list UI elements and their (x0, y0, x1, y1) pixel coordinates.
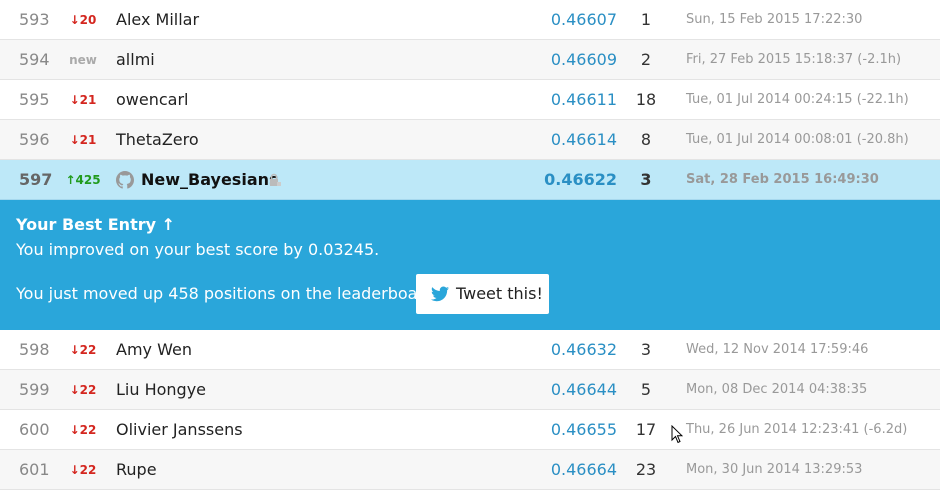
entries-cell: 5 (640, 380, 652, 399)
lock-icon (270, 173, 281, 186)
last-submission-cell: Sun, 15 Feb 2015 17:22:30 (686, 12, 863, 27)
team-name-link[interactable]: owencarl (116, 80, 188, 120)
table-row[interactable]: 594 new allmi 0.46609 2 Fri, 27 Feb 2015… (0, 40, 940, 80)
entries-cell: 1 (640, 10, 652, 29)
rank-change-badge: ↓21 (69, 93, 97, 107)
last-submission-cell: Tue, 01 Jul 2014 00:08:01 (-20.8h) (686, 132, 909, 147)
rank-cell: 601 (19, 460, 50, 479)
score-cell[interactable]: 0.46622 (540, 160, 617, 200)
team-name-link[interactable]: Amy Wen (116, 330, 192, 370)
github-icon[interactable] (116, 171, 134, 189)
rank-cell: 600 (19, 420, 50, 439)
last-submission-cell: Fri, 27 Feb 2015 15:18:37 (-2.1h) (686, 52, 902, 67)
best-entry-banner: Your Best Entry ↑ You improved on your b… (0, 200, 940, 330)
entries-cell: 18 (635, 90, 657, 109)
team-name-link[interactable]: ThetaZero (116, 120, 199, 160)
rank-change-badge: ↑425 (65, 173, 101, 187)
banner-title: Your Best Entry ↑ (16, 215, 176, 234)
rank-change-badge: ↓22 (69, 423, 97, 437)
banner-improvement-text: You improved on your best score by 0.032… (16, 240, 380, 259)
table-row[interactable]: 600 ↓22 Olivier Janssens 0.46655 17 Thu,… (0, 410, 940, 450)
team-name-link[interactable]: Olivier Janssens (116, 410, 243, 450)
rank-change-badge: ↓21 (69, 133, 97, 147)
table-row[interactable]: 601 ↓22 Rupe 0.46664 23 Mon, 30 Jun 2014… (0, 450, 940, 490)
score-cell[interactable]: 0.46614 (540, 120, 617, 160)
rank-cell: 593 (19, 10, 50, 29)
team-name-link[interactable]: Liu Hongye (116, 370, 206, 410)
last-submission-cell: Mon, 30 Jun 2014 13:29:53 (686, 462, 863, 477)
score-cell[interactable]: 0.46607 (540, 0, 617, 40)
rank-change-badge: ↓20 (69, 13, 97, 27)
team-name-link[interactable]: Rupe (116, 450, 157, 490)
team-name-link[interactable]: allmi (116, 40, 155, 80)
score-cell[interactable]: 0.46609 (540, 40, 617, 80)
entries-cell: 17 (635, 420, 657, 439)
table-row[interactable]: 593 ↓20 Alex Millar 0.46607 1 Sun, 15 Fe… (0, 0, 940, 40)
table-row[interactable]: 596 ↓21 ThetaZero 0.46614 8 Tue, 01 Jul … (0, 120, 940, 160)
score-cell[interactable]: 0.46664 (540, 450, 617, 490)
rank-cell: 596 (19, 130, 50, 149)
score-cell[interactable]: 0.46655 (540, 410, 617, 450)
rank-cell: 595 (19, 90, 50, 109)
entries-cell: 8 (640, 130, 652, 149)
entries-cell: 23 (635, 460, 657, 479)
last-submission-cell: Tue, 01 Jul 2014 00:24:15 (-22.1h) (686, 92, 909, 107)
table-row[interactable]: 598 ↓22 Amy Wen 0.46632 3 Wed, 12 Nov 20… (0, 330, 940, 370)
last-submission-cell: Sat, 28 Feb 2015 16:49:30 (686, 172, 879, 187)
last-submission-cell: Thu, 26 Jun 2014 12:23:41 (-6.2d) (686, 422, 908, 437)
rank-cell: 594 (19, 50, 50, 69)
rank-change-badge: ↓22 (69, 343, 97, 357)
table-row[interactable]: 595 ↓21 owencarl 0.46611 18 Tue, 01 Jul … (0, 80, 940, 120)
banner-position-text: You just moved up 458 positions on the l… (16, 284, 439, 303)
last-submission-cell: Wed, 12 Nov 2014 17:59:46 (686, 342, 869, 357)
score-cell[interactable]: 0.46611 (540, 80, 617, 120)
tweet-button-label: Tweet this! (456, 284, 543, 303)
rank-cell: 599 (19, 380, 50, 399)
score-cell[interactable]: 0.46644 (540, 370, 617, 410)
entries-cell: 3 (640, 170, 652, 189)
mouse-cursor-icon (671, 425, 683, 444)
team-name-link[interactable]: Alex Millar (116, 0, 199, 40)
rank-cell: 598 (19, 340, 50, 359)
rank-change-badge: ↓22 (69, 463, 97, 477)
table-row[interactable]: 599 ↓22 Liu Hongye 0.46644 5 Mon, 08 Dec… (0, 370, 940, 410)
rank-cell: 597 (19, 170, 53, 189)
tweet-button[interactable]: Tweet this! (416, 274, 549, 314)
team-name-link[interactable]: New_Bayesians (141, 160, 279, 200)
rank-change-badge: new (69, 53, 97, 67)
twitter-bird-icon (431, 286, 449, 302)
entries-cell: 3 (640, 340, 652, 359)
entries-cell: 2 (640, 50, 652, 69)
rank-change-badge: ↓22 (69, 383, 97, 397)
score-cell[interactable]: 0.46632 (540, 330, 617, 370)
leaderboard: 593 ↓20 Alex Millar 0.46607 1 Sun, 15 Fe… (0, 0, 940, 490)
table-row-current-team[interactable]: 597 ↑425 New_Bayesians 0.46622 3 Sat, 28… (0, 160, 940, 200)
last-submission-cell: Mon, 08 Dec 2014 04:38:35 (686, 382, 868, 397)
